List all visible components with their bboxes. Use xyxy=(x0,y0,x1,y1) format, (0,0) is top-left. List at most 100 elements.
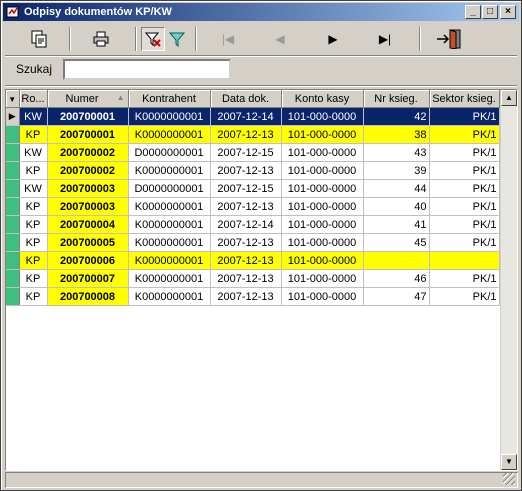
cell-rodzaj[interactable]: KW xyxy=(19,179,48,198)
cell-konto[interactable]: 101-000-0000 xyxy=(281,287,364,306)
cell-numer[interactable]: 200700002 xyxy=(47,161,129,180)
minimize-button[interactable]: _ xyxy=(465,5,481,19)
scroll-down-button[interactable]: ▼ xyxy=(501,454,517,470)
cell-sektor[interactable]: PK/1 xyxy=(429,161,500,180)
table-row[interactable]: KP 200700001 K0000000001 2007-12-13 101-000-… xyxy=(6,125,500,144)
row-indicator-header[interactable]: ▼ xyxy=(6,90,20,108)
table-row[interactable]: KP 200700003 K0000000001 2007-12-13 101-000-… xyxy=(6,197,500,216)
table-row[interactable]: KP 200700007 K0000000001 2007-12-13 101-000-… xyxy=(6,269,500,288)
cell-sektor[interactable]: PK/1 xyxy=(429,143,500,162)
cell-nr[interactable]: 38 xyxy=(363,125,430,144)
cell-sektor[interactable] xyxy=(429,251,500,270)
cell-sektor[interactable]: PK/1 xyxy=(429,215,500,234)
first-record-button[interactable]: |◀ xyxy=(216,27,240,51)
clear-filter-button[interactable] xyxy=(141,27,165,51)
table-row[interactable]: KP 200700002 K0000000001 2007-12-13 101-000-… xyxy=(6,161,500,180)
row-indicator[interactable] xyxy=(6,197,20,216)
cell-kontrahent[interactable]: K0000000001 xyxy=(128,161,211,180)
cell-rodzaj[interactable]: KW xyxy=(19,143,48,162)
cell-konto[interactable]: 101-000-0000 xyxy=(281,125,364,144)
table-row[interactable]: KP 200700008 K0000000001 2007-12-13 101-000-… xyxy=(6,287,500,306)
table-row[interactable]: KP 200700006 K0000000001 2007-12-13 101-000-… xyxy=(6,251,500,270)
row-indicator[interactable] xyxy=(6,143,20,162)
cell-konto[interactable]: 101-000-0000 xyxy=(281,251,364,270)
filter-button[interactable] xyxy=(165,27,189,51)
cell-kontrahent[interactable]: K0000000001 xyxy=(128,251,211,270)
cell-sektor[interactable]: PK/1 xyxy=(429,197,500,216)
cell-nr[interactable]: 44 xyxy=(363,179,430,198)
cell-data[interactable]: 2007-12-15 xyxy=(210,179,282,198)
cell-sektor[interactable]: PK/1 xyxy=(429,269,500,288)
cell-numer[interactable]: 200700005 xyxy=(47,233,129,252)
cell-numer[interactable]: 200700008 xyxy=(47,287,129,306)
table-row[interactable]: KW 200700003 D0000000001 2007-12-15 101-000-… xyxy=(6,179,500,198)
cell-kontrahent[interactable]: D0000000001 xyxy=(128,179,211,198)
cell-rodzaj[interactable]: KP xyxy=(19,125,48,144)
cell-kontrahent[interactable]: K0000000001 xyxy=(128,197,211,216)
table-row[interactable]: KW 200700002 D0000000001 2007-12-15 101-000-… xyxy=(6,143,500,162)
cell-sektor[interactable]: PK/1 xyxy=(429,287,500,306)
cell-data[interactable]: 2007-12-14 xyxy=(210,107,282,126)
cell-konto[interactable]: 101-000-0000 xyxy=(281,107,364,126)
row-indicator[interactable] xyxy=(6,125,20,144)
column-header-rodzaj[interactable]: Ro... xyxy=(19,90,48,108)
cell-konto[interactable]: 101-000-0000 xyxy=(281,161,364,180)
cell-rodzaj[interactable]: KP xyxy=(19,215,48,234)
cell-kontrahent[interactable]: K0000000001 xyxy=(128,269,211,288)
cell-rodzaj[interactable]: KP xyxy=(19,269,48,288)
cell-numer[interactable]: 200700002 xyxy=(47,143,129,162)
row-indicator[interactable] xyxy=(6,161,20,180)
cell-kontrahent[interactable]: K0000000001 xyxy=(128,287,211,306)
search-input[interactable] xyxy=(63,59,231,80)
cell-numer[interactable]: 200700007 xyxy=(47,269,129,288)
cell-rodzaj[interactable]: KP xyxy=(19,161,48,180)
documents-button[interactable] xyxy=(27,27,51,51)
close-button[interactable]: × xyxy=(500,5,516,19)
column-header-numer[interactable]: Numer ▲ xyxy=(47,90,129,108)
cell-konto[interactable]: 101-000-0000 xyxy=(281,215,364,234)
print-button[interactable] xyxy=(89,27,113,51)
exit-button[interactable] xyxy=(435,27,467,51)
cell-konto[interactable]: 101-000-0000 xyxy=(281,179,364,198)
previous-record-button[interactable]: ◀ xyxy=(268,27,292,51)
cell-nr[interactable]: 40 xyxy=(363,197,430,216)
last-record-button[interactable]: ▶| xyxy=(373,27,397,51)
cell-konto[interactable]: 101-000-0000 xyxy=(281,269,364,288)
row-indicator[interactable] xyxy=(6,233,20,252)
cell-kontrahent[interactable]: K0000000001 xyxy=(128,107,211,126)
cell-data[interactable]: 2007-12-13 xyxy=(210,251,282,270)
row-indicator[interactable] xyxy=(6,269,20,288)
resize-grip[interactable] xyxy=(503,473,515,485)
column-header-sektor[interactable]: Sektor ksieg. xyxy=(429,90,500,108)
cell-numer[interactable]: 200700003 xyxy=(47,179,129,198)
cell-rodzaj[interactable]: KP xyxy=(19,233,48,252)
cell-data[interactable]: 2007-12-13 xyxy=(210,233,282,252)
cell-rodzaj[interactable]: KP xyxy=(19,287,48,306)
column-header-kontrahent[interactable]: Kontrahent xyxy=(128,90,211,108)
cell-data[interactable]: 2007-12-13 xyxy=(210,197,282,216)
column-header-nr[interactable]: Nr ksieg. xyxy=(363,90,430,108)
cell-numer[interactable]: 200700001 xyxy=(47,107,129,126)
cell-sektor[interactable]: PK/1 xyxy=(429,107,500,126)
cell-nr[interactable]: 42 xyxy=(363,107,430,126)
cell-data[interactable]: 2007-12-13 xyxy=(210,125,282,144)
scroll-up-button[interactable]: ▲ xyxy=(501,90,517,106)
cell-numer[interactable]: 200700006 xyxy=(47,251,129,270)
cell-konto[interactable]: 101-000-0000 xyxy=(281,197,364,216)
table-row[interactable]: ▶ KW 200700001 K0000000001 2007-12-14 101-000… xyxy=(6,107,500,126)
cell-nr[interactable] xyxy=(363,251,430,270)
cell-kontrahent[interactable]: K0000000001 xyxy=(128,215,211,234)
maximize-button[interactable]: □ xyxy=(482,5,498,19)
row-indicator[interactable] xyxy=(6,179,20,198)
cell-nr[interactable]: 39 xyxy=(363,161,430,180)
row-indicator[interactable] xyxy=(6,251,20,270)
cell-nr[interactable]: 46 xyxy=(363,269,430,288)
cell-data[interactable]: 2007-12-13 xyxy=(210,161,282,180)
cell-data[interactable]: 2007-12-13 xyxy=(210,287,282,306)
cell-numer[interactable]: 200700003 xyxy=(47,197,129,216)
column-header-data[interactable]: Data dok. xyxy=(210,90,282,108)
title-bar[interactable]: Odpisy dokumentów KP/KW _ □ × xyxy=(3,3,519,21)
next-record-button[interactable]: ▶ xyxy=(321,27,345,51)
cell-rodzaj[interactable]: KW xyxy=(19,107,48,126)
cell-kontrahent[interactable]: K0000000001 xyxy=(128,233,211,252)
